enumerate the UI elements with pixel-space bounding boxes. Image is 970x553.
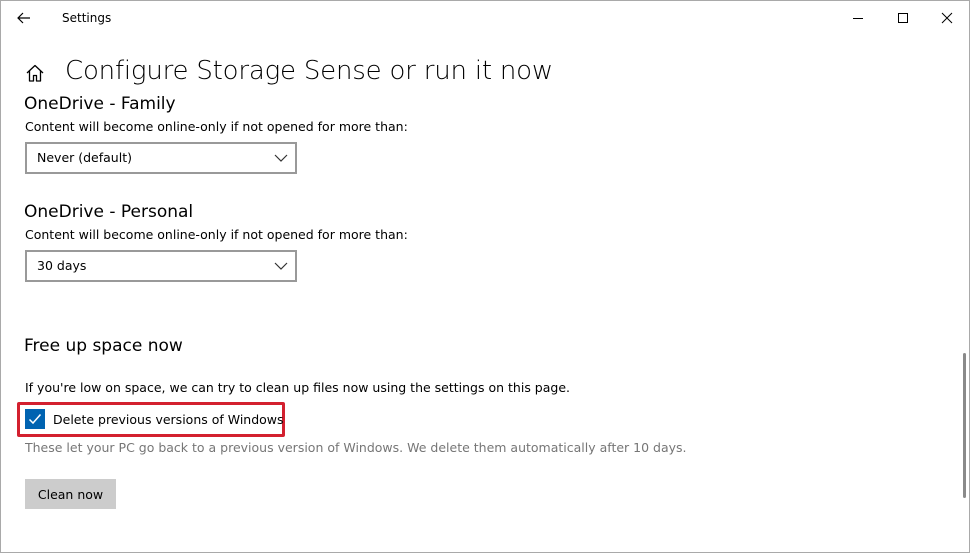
free-up-space-description: If you're low on space, we can try to cl… (25, 380, 570, 395)
onedrive-personal-dropdown[interactable]: 30 days (25, 250, 297, 282)
onedrive-family-dropdown[interactable]: Never (default) (25, 142, 297, 174)
chevron-down-icon (274, 262, 288, 270)
vertical-scrollbar[interactable] (963, 353, 966, 498)
onedrive-personal-selected: 30 days (37, 258, 87, 273)
checkbox-checked[interactable] (25, 409, 45, 429)
onedrive-family-selected: Never (default) (37, 150, 132, 165)
back-arrow-icon (17, 12, 30, 24)
minimize-button[interactable] (843, 5, 873, 31)
chevron-down-icon (274, 154, 288, 162)
checkbox-label: Delete previous versions of Windows (53, 411, 284, 427)
close-button[interactable] (932, 5, 962, 31)
onedrive-family-title: OneDrive - Family (24, 94, 176, 114)
clean-now-button[interactable]: Clean now (25, 479, 116, 509)
page-title: Configure Storage Sense or run it now (65, 56, 553, 86)
checkmark-icon (28, 414, 42, 425)
app-title: Settings (62, 11, 112, 25)
close-icon (941, 12, 953, 24)
settings-window: Settings Configure Storage Sense or run … (0, 0, 970, 553)
checkbox-help-text: These let your PC go back to a previous … (25, 440, 687, 455)
free-up-space-title: Free up space now (24, 336, 183, 356)
home-button[interactable] (23, 61, 47, 85)
onedrive-personal-title: OneDrive - Personal (24, 202, 194, 222)
minimize-icon (853, 18, 863, 19)
onedrive-family-description: Content will become online-only if not o… (25, 119, 408, 134)
maximize-icon (898, 13, 908, 23)
title-bar: Settings (1, 1, 969, 35)
onedrive-personal-description: Content will become online-only if not o… (25, 227, 408, 242)
back-button[interactable] (9, 6, 39, 30)
delete-previous-windows-checkbox[interactable]: Delete previous versions of Windows (25, 408, 284, 430)
home-icon (26, 64, 44, 82)
maximize-button[interactable] (888, 5, 918, 31)
